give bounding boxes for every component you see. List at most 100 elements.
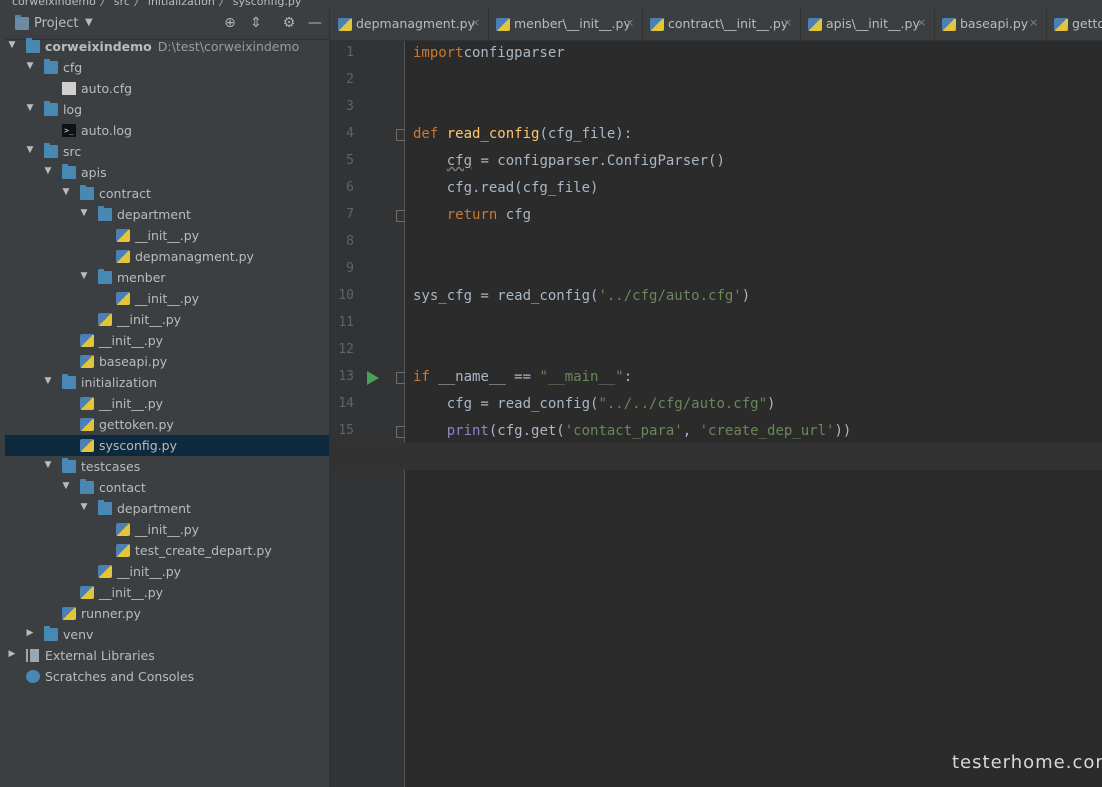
- tree-item[interactable]: sysconfig.py: [5, 435, 329, 456]
- tree-item[interactable]: __init__.py: [5, 519, 329, 540]
- python-file-icon: [98, 565, 112, 578]
- line-number: 15: [338, 423, 354, 438]
- chevron-down-icon[interactable]: ▼: [25, 145, 35, 155]
- tree-item-label: depmanagment.py: [135, 249, 254, 264]
- minimize-icon[interactable]: —: [305, 13, 325, 33]
- editor-tab[interactable]: getto: [1046, 8, 1102, 40]
- chevron-down-icon[interactable]: ▼: [61, 187, 71, 197]
- folder-icon: [80, 185, 94, 200]
- tree-item[interactable]: auto.cfg: [5, 78, 329, 99]
- python-file-icon: [116, 229, 130, 242]
- chevron-down-icon[interactable]: ▼: [85, 17, 93, 28]
- chevron-down-icon[interactable]: ▼: [25, 61, 35, 71]
- editor-tab[interactable]: baseapi.py ×: [934, 8, 1047, 40]
- chevron-down-icon[interactable]: ▼: [79, 208, 89, 218]
- tree-item[interactable]: ▶ venv: [5, 624, 329, 645]
- code-line: if __name__ == "__main__":: [413, 369, 632, 385]
- tree-item-label: test_create_depart.py: [135, 543, 272, 558]
- code-token: ,: [682, 423, 700, 439]
- tree-item[interactable]: ▼ corweixindemo D:\test\corweixindemo: [5, 36, 329, 57]
- code-token: cfg.read(cfg_file): [413, 180, 599, 196]
- folder-icon: [44, 59, 58, 74]
- tab-label: depmanagment.py: [356, 16, 475, 31]
- folder-icon: [44, 143, 58, 158]
- code-line: def read_config(cfg_file):: [413, 126, 632, 142]
- terminal-icon: >_: [62, 124, 76, 137]
- chevron-right-icon[interactable]: ▶: [25, 628, 35, 638]
- editor-tab[interactable]: depmanagment.py ×: [330, 8, 489, 40]
- run-icon[interactable]: [367, 371, 379, 385]
- tree-item[interactable]: Scratches and Consoles: [5, 666, 329, 687]
- gear-icon[interactable]: ⚙: [279, 13, 299, 33]
- tree-item[interactable]: ▼ department: [5, 204, 329, 225]
- tree-item-label: menber: [117, 270, 166, 285]
- tab-label: apis\__init__.py: [826, 16, 920, 31]
- tree-item[interactable]: test_create_depart.py: [5, 540, 329, 561]
- tree-item-label: __init__.py: [99, 333, 164, 348]
- tree-item-label: department: [117, 207, 191, 222]
- code-token: (cfg_file):: [539, 126, 633, 142]
- tree-item[interactable]: __init__.py: [5, 225, 329, 246]
- code-line: cfg = configparser.ConfigParser(): [413, 153, 725, 169]
- chevron-down-icon[interactable]: ▼: [79, 271, 89, 281]
- code-line: sys_cfg = read_config('../cfg/auto.cfg'): [413, 288, 750, 304]
- tree-item[interactable]: ▼ initialization: [5, 372, 329, 393]
- editor-tab[interactable]: apis\__init__.py ×: [800, 8, 935, 40]
- chevron-right-icon[interactable]: ▶: [7, 649, 17, 659]
- close-icon[interactable]: ×: [471, 16, 480, 29]
- project-panel-title[interactable]: Project: [34, 16, 78, 31]
- python-file-icon: [80, 586, 94, 599]
- chevron-down-icon[interactable]: ▼: [61, 481, 71, 491]
- tree-item[interactable]: __init__.py: [5, 330, 329, 351]
- close-icon[interactable]: ×: [625, 16, 634, 29]
- tree-item[interactable]: runner.py: [5, 603, 329, 624]
- target-icon[interactable]: ⊕: [220, 13, 240, 33]
- chevron-down-icon[interactable]: ▼: [43, 376, 53, 386]
- editor-tab[interactable]: menber\__init__.py ×: [488, 8, 643, 40]
- tree-item[interactable]: depmanagment.py: [5, 246, 329, 267]
- tree-item[interactable]: ▼ department: [5, 498, 329, 519]
- tree-item[interactable]: ▼ contract: [5, 183, 329, 204]
- tab-label: baseapi.py: [960, 16, 1029, 31]
- tree-item-label: apis: [81, 165, 107, 180]
- tree-item[interactable]: __init__.py: [5, 393, 329, 414]
- code-token: import: [413, 45, 464, 61]
- chevron-down-icon[interactable]: ▼: [7, 40, 17, 50]
- tree-item[interactable]: gettoken.py: [5, 414, 329, 435]
- editor-tab[interactable]: contract\__init__.py ×: [642, 8, 801, 40]
- tree-item[interactable]: __init__.py: [5, 561, 329, 582]
- python-file-icon: [80, 397, 94, 410]
- tree-item[interactable]: ▼ testcases: [5, 456, 329, 477]
- chevron-down-icon[interactable]: ▼: [79, 502, 89, 512]
- tree-item[interactable]: ▼ src: [5, 141, 329, 162]
- python-file-icon: [80, 439, 94, 452]
- code-token: read_config: [446, 126, 540, 142]
- code-token: sys_cfg = read_config(: [413, 288, 599, 304]
- tree-item[interactable]: __init__.py: [5, 288, 329, 309]
- close-icon[interactable]: ×: [1029, 16, 1038, 29]
- close-icon[interactable]: ×: [783, 16, 792, 29]
- line-number: 6: [346, 180, 354, 195]
- chevron-down-icon[interactable]: ▼: [43, 166, 53, 176]
- tree-item[interactable]: ▼ apis: [5, 162, 329, 183]
- folder-icon: [98, 500, 112, 515]
- tree-item[interactable]: __init__.py: [5, 582, 329, 603]
- tree-item[interactable]: ▼ cfg: [5, 57, 329, 78]
- collapse-all-icon[interactable]: ⇕: [246, 13, 266, 33]
- close-icon[interactable]: ×: [917, 16, 926, 29]
- tree-item[interactable]: >_ auto.log: [5, 120, 329, 141]
- tree-item-label: venv: [63, 627, 94, 642]
- tree-item[interactable]: ▶ External Libraries: [5, 645, 329, 666]
- line-number: 1: [346, 45, 354, 60]
- tree-item[interactable]: ▼ contact: [5, 477, 329, 498]
- tree-item[interactable]: baseapi.py: [5, 351, 329, 372]
- tree-item-label: __init__.py: [117, 564, 182, 579]
- tree-item[interactable]: __init__.py: [5, 309, 329, 330]
- tree-item[interactable]: ▼ log: [5, 99, 329, 120]
- code-token: __name__ ==: [438, 369, 540, 385]
- chevron-down-icon[interactable]: ▼: [25, 103, 35, 113]
- line-number: 2: [346, 72, 354, 87]
- tree-item[interactable]: ▼ menber: [5, 267, 329, 288]
- chevron-down-icon[interactable]: ▼: [43, 460, 53, 470]
